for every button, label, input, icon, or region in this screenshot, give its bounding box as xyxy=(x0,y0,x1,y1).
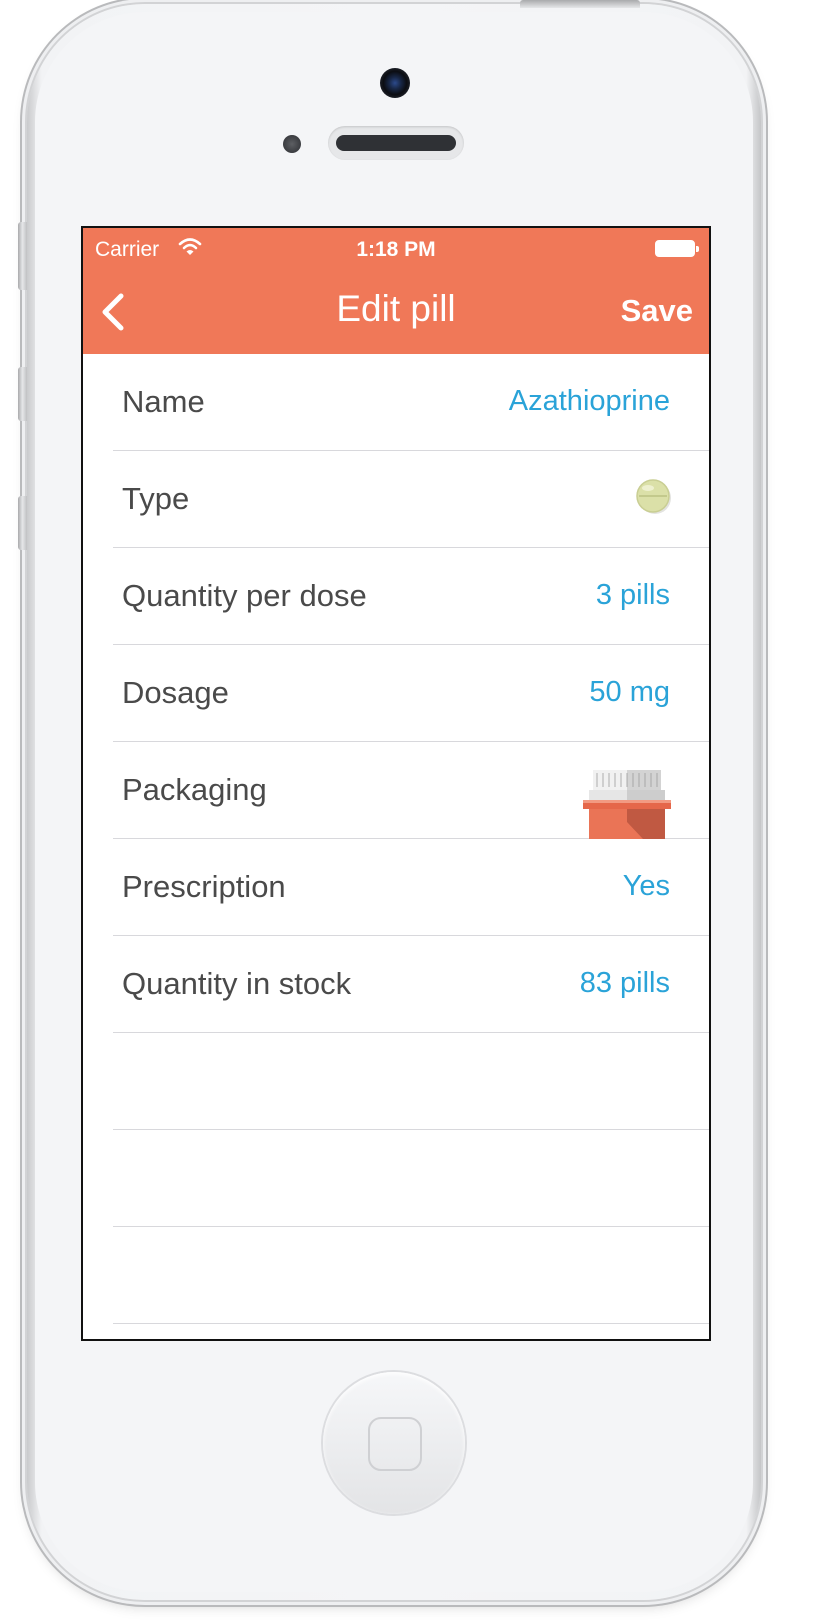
name-value: Azathioprine xyxy=(508,385,670,417)
row-label: Quantity in stock xyxy=(122,966,352,1001)
prescription-row[interactable]: Prescription Yes xyxy=(113,839,709,936)
quantity-per-dose-value: 3 pills xyxy=(595,579,670,611)
round-pill-icon xyxy=(636,479,671,514)
empty-row xyxy=(113,1227,709,1324)
row-label: Prescription xyxy=(122,869,286,904)
power-button xyxy=(520,0,640,8)
empty-row xyxy=(113,1033,709,1130)
pill-bottle-icon xyxy=(583,770,671,839)
row-label: Dosage xyxy=(122,675,229,710)
status-time: 1:18 PM xyxy=(356,238,436,261)
quantity-in-stock-value: 83 pills xyxy=(579,967,670,999)
quantity-in-stock-row[interactable]: Quantity in stock 83 pills xyxy=(113,936,709,1033)
pill-details-list: Name Azathioprine Type Quantity per dose… xyxy=(83,354,709,1324)
navigation-bar: Carrier 1:18 PM Edit pill Save xyxy=(83,228,709,354)
earpiece-speaker xyxy=(328,126,464,160)
volume-down-button xyxy=(18,496,27,550)
save-button[interactable]: Save xyxy=(621,293,693,329)
quantity-per-dose-row[interactable]: Quantity per dose 3 pills xyxy=(113,548,709,645)
home-button[interactable] xyxy=(323,1372,465,1514)
prescription-value: Yes xyxy=(622,870,670,902)
row-label: Packaging xyxy=(122,772,267,807)
packaging-row[interactable]: Packaging xyxy=(113,742,709,839)
row-label: Quantity per dose xyxy=(122,578,367,613)
row-label: Name xyxy=(122,384,205,419)
empty-row xyxy=(113,1130,709,1227)
front-camera xyxy=(380,68,410,98)
type-row[interactable]: Type xyxy=(113,451,709,548)
dosage-value: 50 mg xyxy=(589,676,670,708)
mute-switch xyxy=(18,222,27,290)
page-title: Edit pill xyxy=(336,288,456,329)
dosage-row[interactable]: Dosage 50 mg xyxy=(113,645,709,742)
proximity-sensor xyxy=(283,135,301,153)
app-screen: Carrier 1:18 PM Edit pill Save Name Azat… xyxy=(81,226,711,1341)
name-row[interactable]: Name Azathioprine xyxy=(113,354,709,451)
row-label: Type xyxy=(122,481,190,516)
status-bar: Carrier 1:18 PM xyxy=(83,228,709,272)
home-button-icon xyxy=(368,1417,422,1471)
volume-up-button xyxy=(18,367,27,421)
battery-icon xyxy=(655,240,699,257)
